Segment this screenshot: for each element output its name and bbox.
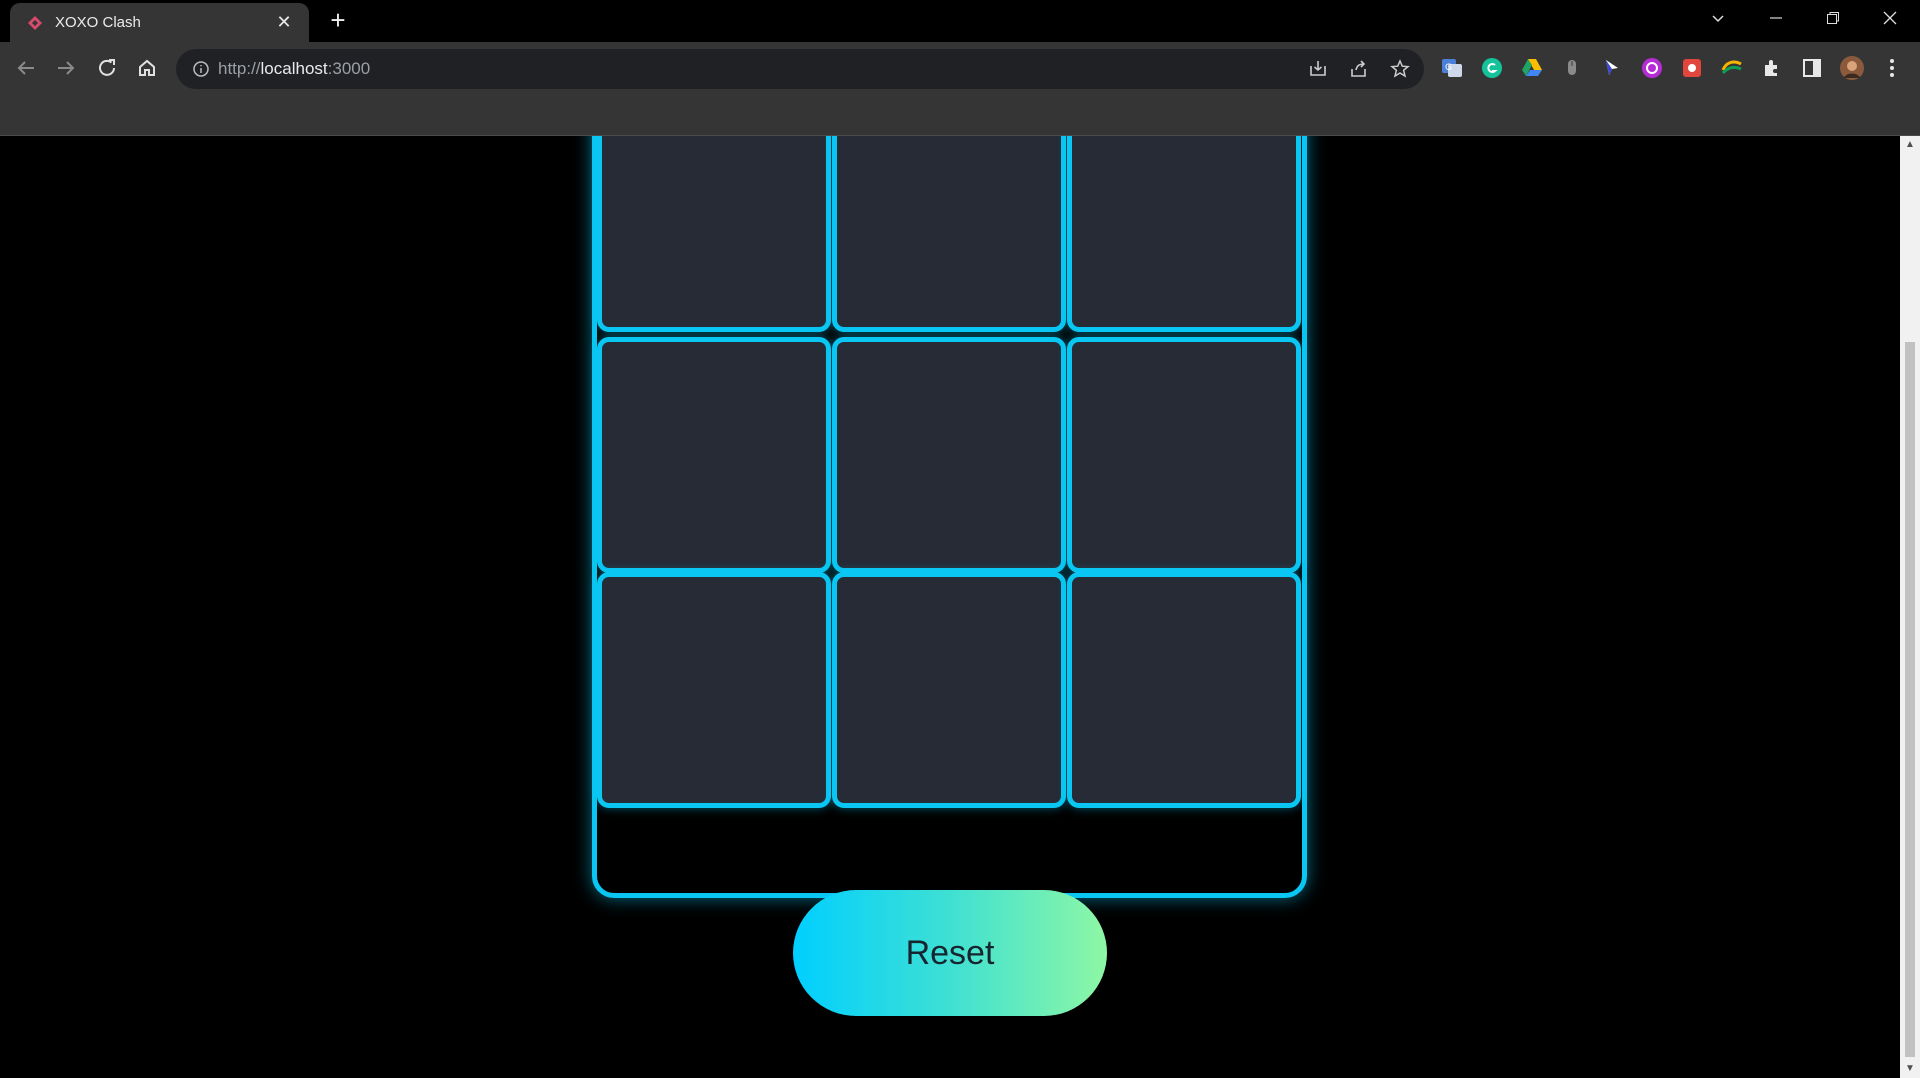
install-app-icon[interactable] — [1307, 58, 1329, 80]
reset-button[interactable]: Reset — [793, 890, 1107, 1016]
cursor-extension-icon[interactable] — [1600, 56, 1624, 80]
url-host: localhost — [260, 59, 328, 78]
reload-icon[interactable] — [91, 52, 123, 84]
home-icon[interactable] — [131, 52, 163, 84]
side-panel-icon[interactable] — [1800, 56, 1824, 80]
scroll-thumb[interactable] — [1905, 342, 1915, 1057]
app-favicon-icon — [28, 16, 42, 30]
tab-search-icon[interactable] — [1700, 6, 1736, 34]
extensions-puzzle-icon[interactable] — [1760, 56, 1784, 80]
page-scrollbar[interactable]: ▲ ▼ — [1900, 136, 1920, 1078]
board-cell[interactable] — [832, 337, 1066, 573]
tab-title: XOXO Clash — [55, 14, 141, 31]
mouse-extension-icon[interactable] — [1560, 56, 1584, 80]
svg-text:G: G — [1445, 63, 1452, 73]
back-icon[interactable] — [10, 52, 42, 84]
board-cell[interactable] — [597, 337, 831, 573]
red-extension-icon[interactable] — [1680, 56, 1704, 80]
bookmark-star-icon[interactable] — [1389, 58, 1411, 80]
board-cell[interactable] — [1067, 572, 1301, 808]
forward-icon[interactable] — [50, 52, 82, 84]
bookmarks-bar — [0, 94, 1920, 136]
board-cell[interactable] — [832, 136, 1066, 332]
address-bar[interactable]: http://localhost:3000 — [176, 49, 1424, 89]
close-window-icon[interactable] — [1872, 6, 1908, 34]
close-tab-icon[interactable]: ✕ — [273, 11, 295, 33]
minimize-icon[interactable] — [1758, 6, 1794, 34]
board-cell[interactable] — [597, 572, 831, 808]
board-cell[interactable] — [832, 572, 1066, 808]
board-cell[interactable] — [1067, 136, 1301, 332]
tab-strip: XOXO Clash ✕ + — [0, 0, 1920, 42]
purple-extension-icon[interactable] — [1640, 56, 1664, 80]
profile-avatar-icon[interactable] — [1840, 56, 1864, 80]
scroll-down-icon[interactable]: ▼ — [1905, 1064, 1915, 1074]
browser-tab[interactable]: XOXO Clash ✕ — [10, 3, 309, 42]
grammarly-extension-icon[interactable] — [1480, 56, 1504, 80]
board-cell[interactable] — [1067, 337, 1301, 573]
color-extension-icon[interactable] — [1720, 56, 1744, 80]
scroll-up-icon[interactable]: ▲ — [1905, 140, 1915, 150]
new-tab-icon[interactable]: + — [326, 7, 350, 33]
url-scheme: http:// — [218, 59, 261, 78]
restore-icon[interactable] — [1815, 6, 1851, 34]
drive-extension-icon[interactable] — [1520, 56, 1544, 80]
browser-menu-icon[interactable] — [1880, 56, 1904, 80]
site-info-icon[interactable] — [192, 60, 210, 78]
share-icon[interactable] — [1348, 58, 1370, 80]
board-cell[interactable] — [597, 136, 831, 332]
translate-extension-icon[interactable]: G — [1440, 56, 1464, 80]
page-viewport: Reset — [0, 136, 1900, 1078]
url-port: :3000 — [327, 59, 371, 78]
url-text[interactable]: http://localhost:3000 — [218, 59, 370, 79]
game-board — [592, 136, 1307, 898]
